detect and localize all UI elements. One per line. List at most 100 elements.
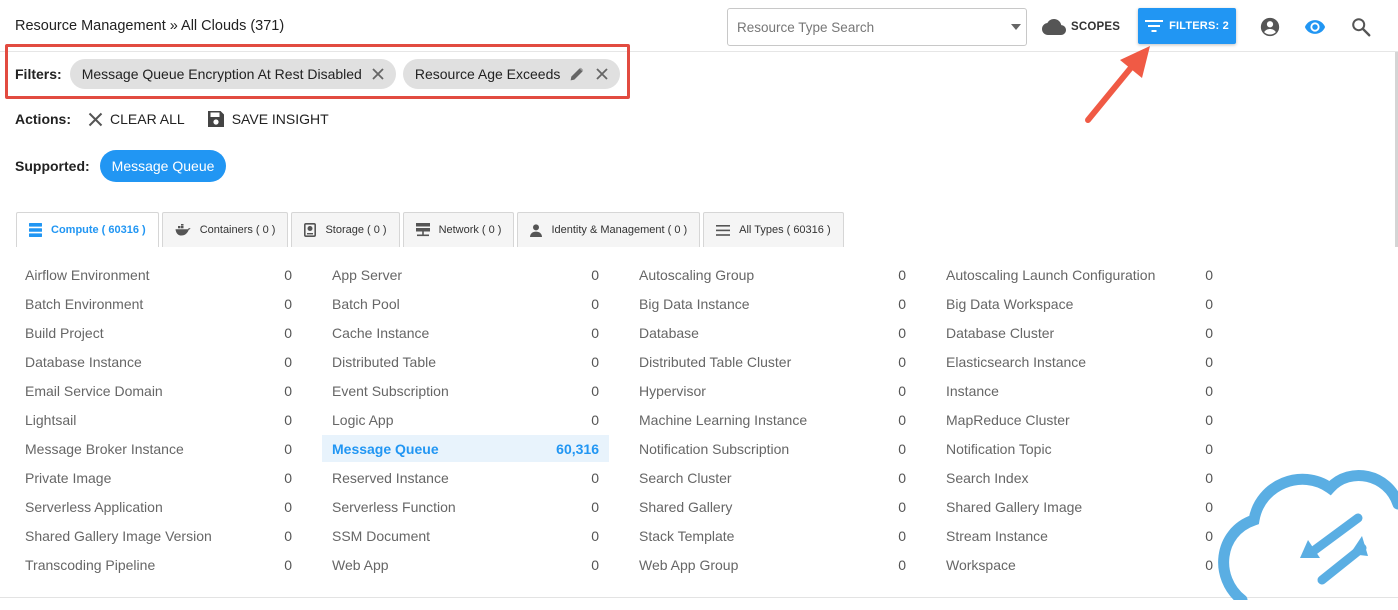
resource-type-count: 0 [591,469,599,486]
resource-type-name: Notification Topic [946,440,1052,457]
tab-label: Containers [199,224,253,236]
save-insight-button[interactable]: SAVE INSIGHT [207,110,329,128]
resource-type-name: Event Subscription [332,382,449,399]
resource-type-name: Lightsail [25,411,77,428]
resource-type-row[interactable]: Web App 0 [322,551,609,578]
resource-type-row[interactable]: Event Subscription 0 [322,377,609,404]
resource-type-row[interactable]: Search Index 0 [936,464,1223,491]
supported-row: Supported: Message Queue [15,150,227,182]
resource-type-row[interactable]: Message Broker Instance 0 [15,435,302,462]
resource-type-row[interactable]: Cache Instance 0 [322,319,609,346]
resource-type-row[interactable]: Stack Template 0 [629,522,916,549]
resource-type-count: 0 [898,353,906,370]
resource-type-row[interactable]: MapReduce Cluster 0 [936,406,1223,433]
resource-type-row[interactable]: Database Cluster 0 [936,319,1223,346]
resource-type-name: Message Queue [332,440,439,457]
resource-type-count: 0 [284,440,292,457]
resource-type-row[interactable]: Logic App 0 [322,406,609,433]
resource-type-row[interactable]: Notification Topic 0 [936,435,1223,462]
resource-type-row[interactable]: Airflow Environment 0 [15,261,302,288]
resource-type-row[interactable]: Notification Subscription 0 [629,435,916,462]
resource-type-row[interactable]: Private Image 0 [15,464,302,491]
resource-type-name: Reserved Instance [332,469,449,486]
resource-type-row[interactable]: Database 0 [629,319,916,346]
resource-type-name: Database [639,324,699,341]
chevron-down-icon[interactable] [1011,24,1021,30]
resource-type-row[interactable]: SSM Document 0 [322,522,609,549]
annotation-arrow-icon [1085,46,1150,123]
clear-all-button[interactable]: CLEAR ALL [88,111,185,127]
tab-network[interactable]: Network ( 0 ) [402,212,515,247]
resource-type-row[interactable]: Web App Group 0 [629,551,916,578]
resource-type-count: 0 [1205,411,1213,428]
resource-type-name: Database Cluster [946,324,1055,341]
search-icon[interactable] [1350,16,1372,38]
supported-type-pill[interactable]: Message Queue [99,150,227,182]
resource-type-search-input[interactable] [728,9,998,45]
resource-type-count: 0 [284,411,292,428]
scopes-button[interactable]: SCOPES [1042,16,1120,38]
resource-type-count: 0 [591,382,599,399]
actions-label: Actions: [15,111,71,127]
resource-type-name: Instance [946,382,999,399]
resource-type-count: 0 [591,324,599,341]
resource-type-row[interactable]: Transcoding Pipeline 0 [15,551,302,578]
save-insight-label: SAVE INSIGHT [231,111,329,127]
resource-type-row[interactable]: Serverless Application 0 [15,493,302,520]
resource-type-row[interactable]: Serverless Function 0 [322,493,609,520]
resource-type-row[interactable]: Email Service Domain 0 [15,377,302,404]
resource-type-row[interactable]: Shared Gallery Image 0 [936,493,1223,520]
resource-type-row[interactable]: Machine Learning Instance 0 [629,406,916,433]
resource-type-name: Batch Pool [332,295,400,312]
resource-type-name: Batch Environment [25,295,144,312]
resource-type-name: Email Service Domain [25,382,163,399]
resource-type-count: 0 [284,324,292,341]
tab-storage[interactable]: Storage ( 0 ) [291,212,400,247]
resource-type-row[interactable]: App Server 0 [322,261,609,288]
resource-type-count: 0 [898,382,906,399]
eye-icon[interactable] [1304,16,1326,38]
resource-type-row[interactable]: Build Project 0 [15,319,302,346]
tab-identity-management[interactable]: Identity & Management ( 0 ) [517,212,701,247]
resource-type-name: Autoscaling Launch Configuration [946,266,1156,283]
resource-type-row[interactable]: Distributed Table Cluster 0 [629,348,916,375]
resource-type-name: Machine Learning Instance [639,411,808,428]
resource-type-row[interactable]: Instance 0 [936,377,1223,404]
resource-type-name: Serverless Application [25,498,163,515]
resource-type-row[interactable]: Stream Instance 0 [936,522,1223,549]
resource-type-row[interactable]: Elasticsearch Instance 0 [936,348,1223,375]
resource-type-name: Autoscaling Group [639,266,755,283]
resource-type-row[interactable]: Message Queue 60,316 [322,435,609,462]
resource-type-count: 0 [591,295,599,312]
resource-type-row[interactable]: Shared Gallery 0 [629,493,916,520]
breadcrumb[interactable]: Resource Management » All Clouds (371) [15,18,284,34]
resource-type-row[interactable]: Batch Pool 0 [322,290,609,317]
resource-type-count: 0 [284,382,292,399]
resource-type-row[interactable]: Autoscaling Launch Configuration 0 [936,261,1223,288]
resource-type-name: Stream Instance [946,527,1048,544]
resource-type-row[interactable]: Workspace 0 [936,551,1223,578]
resource-type-row[interactable]: Reserved Instance 0 [322,464,609,491]
resource-type-name: Notification Subscription [639,440,790,457]
resource-type-name: Distributed Table Cluster [639,353,792,370]
resource-type-row[interactable]: Distributed Table 0 [322,348,609,375]
resource-type-count: 0 [1205,266,1213,283]
tab-compute[interactable]: Compute ( 60316 ) [16,212,159,247]
tab-containers[interactable]: Containers ( 0 ) [161,212,289,247]
resource-type-row[interactable]: Database Instance 0 [15,348,302,375]
resource-type-search[interactable] [727,8,1027,46]
account-circle-icon[interactable] [1259,16,1281,38]
resource-type-row[interactable]: Shared Gallery Image Version 0 [15,522,302,549]
resource-type-row[interactable]: Batch Environment 0 [15,290,302,317]
resource-type-row[interactable]: Big Data Instance 0 [629,290,916,317]
resource-type-name: Distributed Table [332,353,437,370]
resource-type-row[interactable]: Search Cluster 0 [629,464,916,491]
tab-all-types[interactable]: All Types ( 60316 ) [703,212,844,247]
resource-type-row[interactable]: Autoscaling Group 0 [629,261,916,288]
filters-button[interactable]: FILTERS: 2 [1138,8,1236,44]
resource-type-name: Hypervisor [639,382,706,399]
resource-type-row[interactable]: Lightsail 0 [15,406,302,433]
resource-type-row[interactable]: Big Data Workspace 0 [936,290,1223,317]
resource-type-row[interactable]: Hypervisor 0 [629,377,916,404]
resource-type-name: Big Data Workspace [946,295,1074,312]
